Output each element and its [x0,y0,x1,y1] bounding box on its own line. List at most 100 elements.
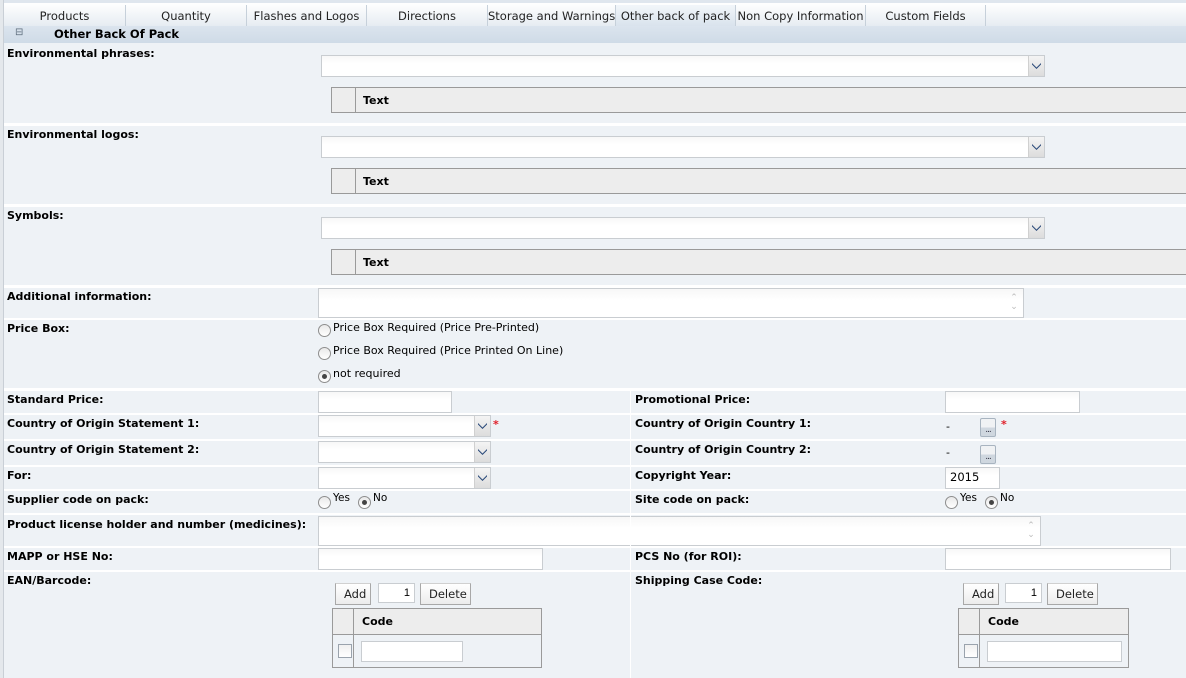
column-divider [630,391,631,678]
price-box-option-label: Price Box Required (Price Printed On Lin… [333,344,564,357]
site-code-yes-label: Yes [960,492,977,504]
coo-statement-2-select[interactable] [318,441,491,463]
required-indicator: * [493,418,499,431]
environmental-logos-select[interactable] [321,136,1045,158]
ean-delete-button[interactable]: Delete [420,583,471,605]
environmental-phrases-grid-header: Text [331,87,1186,113]
shipping-code-grid: Code [958,608,1129,668]
ean-add-button[interactable]: Add [335,583,371,605]
coo-statement-1-select[interactable] [318,415,491,437]
chevron-down-icon[interactable] [1028,218,1044,238]
required-indicator: * [1001,418,1007,431]
tab-storage-and-warnings[interactable]: Storage and Warnings [488,5,616,27]
site-code-no-label: No [1000,492,1015,504]
promotional-price-label: Promotional Price: [635,393,751,406]
for-label: For: [7,469,32,482]
price-box-label: Price Box: [7,322,70,335]
chevron-down-icon[interactable] [474,442,490,462]
price-box-radio-pre-printed[interactable] [318,324,331,337]
collapse-icon[interactable]: ⊟ [15,27,23,38]
row-separator [4,465,1186,467]
copyright-year-input[interactable]: 2015 [945,467,1000,489]
row-separator [4,439,1186,441]
tab-products[interactable]: Products [4,5,126,27]
price-box-radio-not-required[interactable] [318,370,331,383]
coo-statement-2-label: Country of Origin Statement 2: [7,443,200,456]
tab-quantity[interactable]: Quantity [126,5,247,27]
row-select-checkbox[interactable] [338,644,352,658]
row-separator [4,413,1186,415]
text-column-header: Text [363,256,389,269]
tab-non-copy-information[interactable]: Non Copy Information [736,5,866,27]
pcs-no-input[interactable] [945,548,1171,570]
textarea-spinner[interactable]: ⌃ ⌄ [1005,289,1023,317]
chevron-down-icon: ⌄ [1010,302,1018,312]
product-license-textarea[interactable]: ⌃ ⌄ [318,516,1041,546]
code-column-header: Code [362,615,393,628]
copyright-year-label: Copyright Year: [635,469,732,482]
supplier-code-yes-radio[interactable] [318,496,331,509]
supplier-code-label: Supplier code on pack: [7,493,149,506]
coo-country-2-lookup-button[interactable]: ... [980,445,996,464]
standard-price-label: Standard Price: [7,393,104,406]
promotional-price-input[interactable] [945,391,1080,413]
tab-directions[interactable]: Directions [367,5,488,27]
shipping-delete-button[interactable]: Delete [1047,583,1098,605]
select-column [332,250,356,274]
coo-statement-1-label: Country of Origin Statement 1: [7,417,200,430]
chevron-down-icon[interactable] [474,468,490,488]
shipping-case-code-label: Shipping Case Code: [635,574,763,587]
grid-divider [353,609,354,667]
environmental-logos-label: Environmental logos: [7,128,139,141]
row-select-checkbox[interactable] [964,644,978,658]
select-column [332,169,356,193]
row-separator [4,570,1186,572]
section-header: ⊟ Other Back Of Pack [4,26,1186,43]
mapp-hse-input[interactable] [318,548,543,570]
tab-flashes-and-logos[interactable]: Flashes and Logos [247,5,367,27]
coo-country-1-label: Country of Origin Country 1: [635,417,812,430]
standard-price-input[interactable] [318,391,452,413]
price-box-option-label: Price Box Required (Price Pre-Printed) [333,321,540,334]
shipping-add-button[interactable]: Add [963,583,999,605]
chevron-down-icon: ⌄ [1027,530,1035,540]
mapp-hse-label: MAPP or HSE No: [7,550,113,563]
price-box-radio-printed-on-line[interactable] [318,347,331,360]
grid-divider [979,609,980,667]
price-box-option-label: not required [333,367,401,380]
shipping-add-count-input[interactable] [1005,583,1042,603]
additional-information-textarea[interactable]: ⌃ ⌄ [318,288,1024,318]
supplier-code-no-radio[interactable] [358,496,371,509]
textarea-spinner[interactable]: ⌃ ⌄ [1022,517,1040,545]
select-column [332,88,356,112]
site-code-no-radio[interactable] [985,496,998,509]
coo-country-2-label: Country of Origin Country 2: [635,443,812,456]
environmental-logos-grid-header: Text [331,168,1186,194]
chevron-down-icon[interactable] [1028,56,1044,76]
shipping-code-input[interactable] [987,641,1122,662]
row-separator [4,318,1186,320]
additional-information-label: Additional information: [7,290,152,303]
site-code-yes-radio[interactable] [945,496,958,509]
ean-code-input[interactable] [361,641,463,662]
text-column-header: Text [363,94,389,107]
supplier-code-no-label: No [373,492,388,504]
symbols-select[interactable] [321,217,1045,239]
chevron-down-icon[interactable] [474,416,490,436]
environmental-phrases-label: Environmental phrases: [7,47,155,60]
tab-other-back-of-pack[interactable]: Other back of pack [616,5,736,27]
for-select[interactable] [318,467,491,489]
pcs-no-label: PCS No (for ROI): [635,550,742,563]
tab-custom-fields[interactable]: Custom Fields [866,5,986,27]
product-license-label: Product license holder and number (medic… [7,518,307,531]
symbols-label: Symbols: [7,209,64,222]
chevron-down-icon[interactable] [1028,137,1044,157]
site-code-label: Site code on pack: [635,493,750,506]
row-separator [4,513,1186,515]
coo-country-2-value: - [946,446,950,459]
ean-add-count-input[interactable] [378,583,415,603]
environmental-phrases-select[interactable] [321,55,1045,77]
coo-country-1-lookup-button[interactable]: ... [980,418,996,437]
row-separator [4,123,1186,126]
code-column-header: Code [988,615,1019,628]
